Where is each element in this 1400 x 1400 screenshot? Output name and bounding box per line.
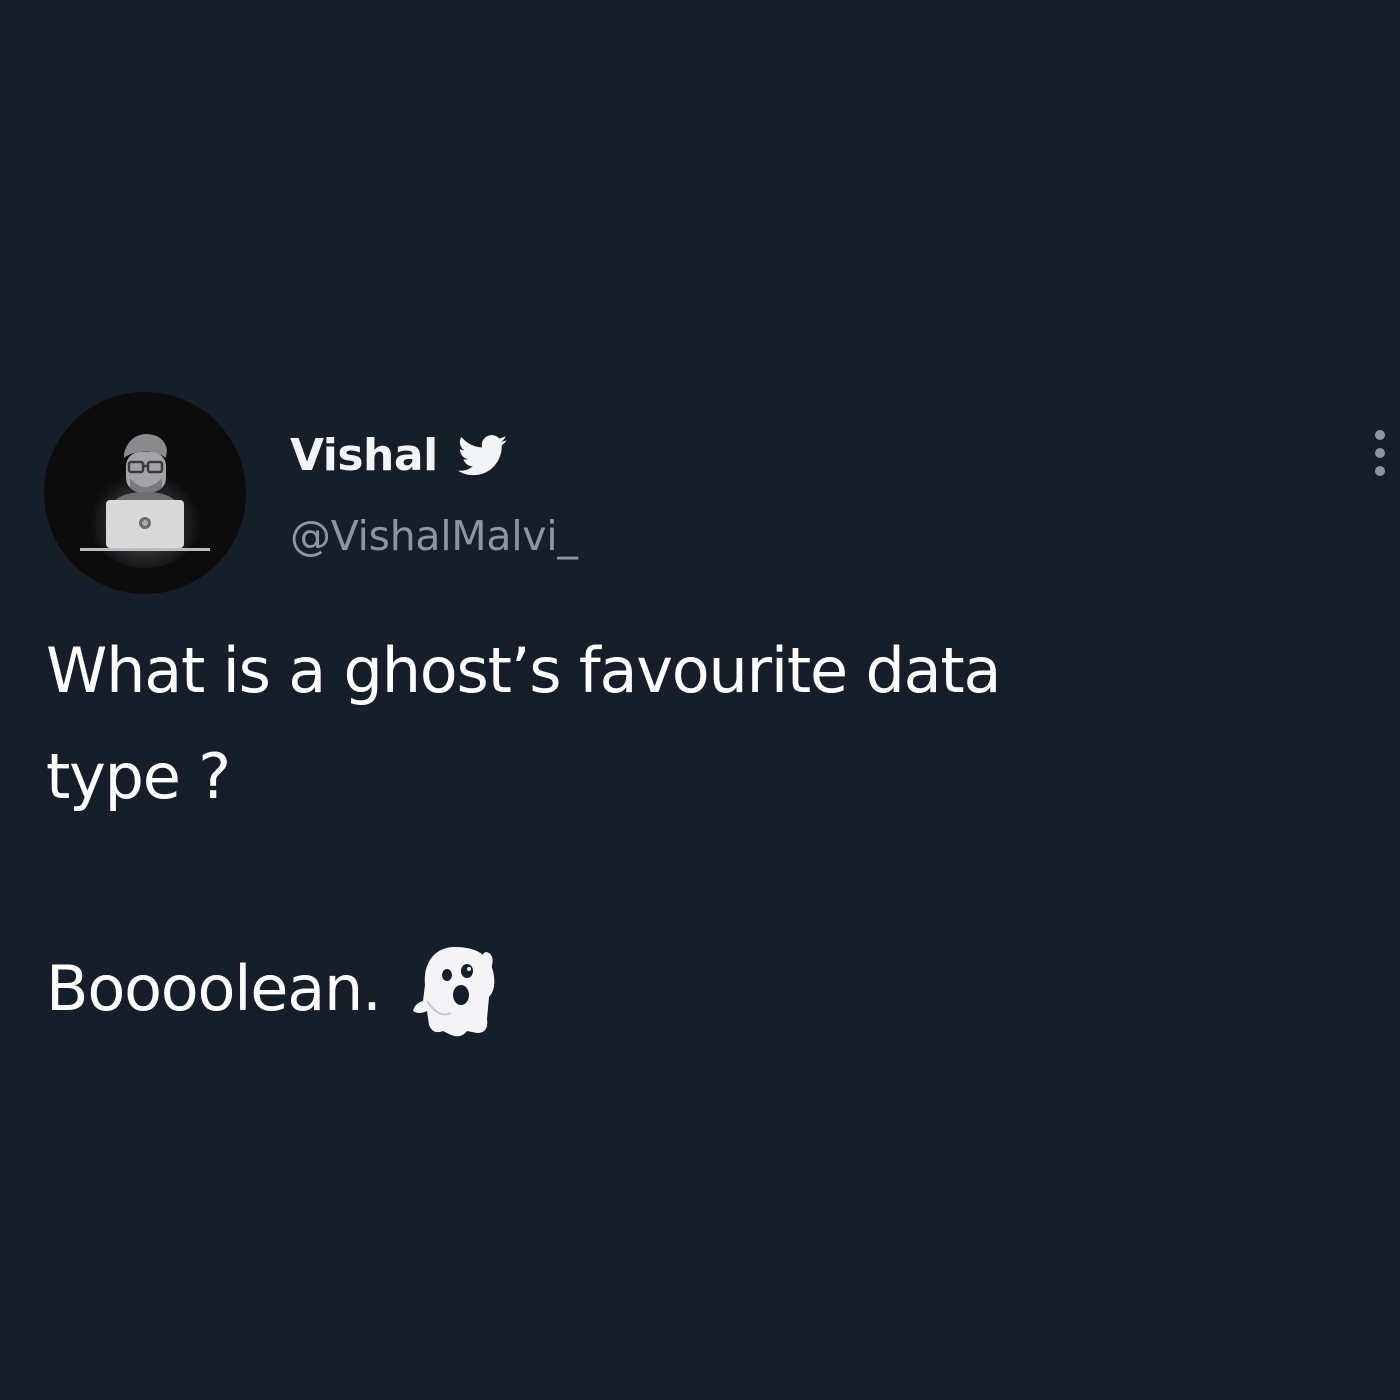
- tweet-text-line-1: What is a ghost’s favourite data: [46, 634, 1002, 707]
- tweet-answer-text: Boooolean.: [46, 952, 382, 1025]
- vertical-ellipsis-icon: [1375, 430, 1385, 476]
- author-name-row: Vishal: [290, 426, 508, 486]
- developer-avatar-icon: [44, 392, 246, 594]
- author-display-name[interactable]: Vishal: [290, 426, 438, 486]
- tweet-card: Vishal @VishalMalvi_ What is a ghost’s f…: [0, 0, 1400, 1400]
- twitter-bird-icon: [457, 434, 508, 478]
- avatar[interactable]: [44, 392, 246, 594]
- tweet-text-line-2: type ?: [46, 740, 231, 813]
- ghost-icon: [409, 941, 501, 1037]
- author-handle[interactable]: @VishalMalvi_: [290, 508, 578, 564]
- tweet-answer-line: Boooolean.: [46, 936, 1306, 1042]
- tweet-body: What is a ghost’s favourite data type ? …: [46, 618, 1306, 1042]
- more-options-button[interactable]: [1364, 428, 1396, 478]
